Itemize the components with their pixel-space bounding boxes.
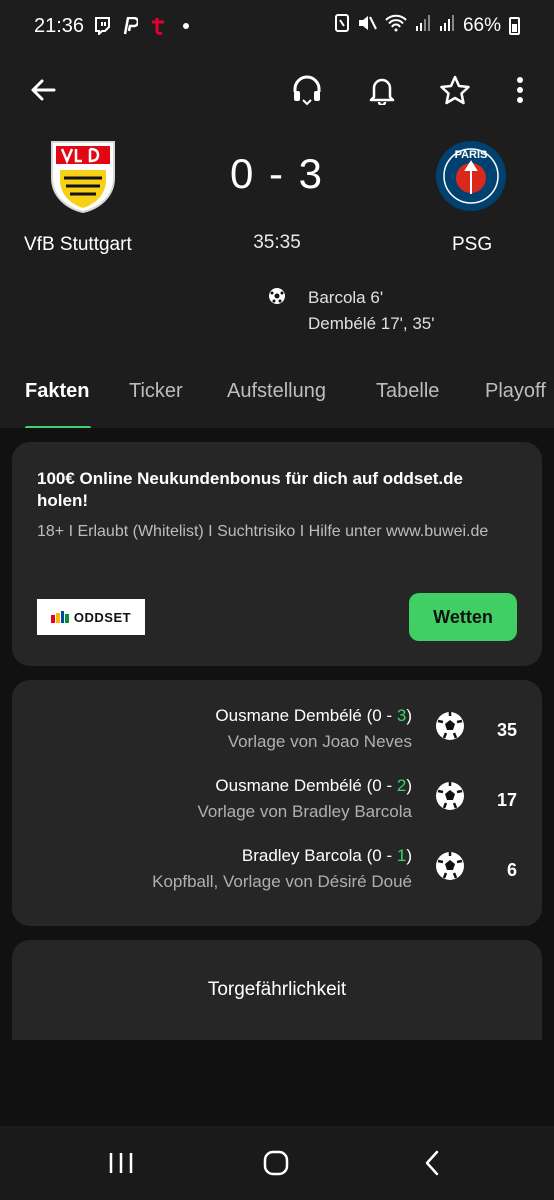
goal-detail: Vorlage von Bradley Barcola [197, 802, 412, 821]
facts-content: 100€ Online Neukundenbonus für dich auf … [0, 428, 554, 1040]
signal-icon [439, 14, 455, 38]
goal-detail: Kopfball, Vorlage von Désiré Doué [152, 872, 412, 891]
signal-icon [415, 14, 431, 38]
goal-player: Ousmane Dembélé [215, 706, 362, 725]
promo-card[interactable]: 100€ Online Neukundenbonus für dich auf … [12, 442, 542, 666]
threat-card[interactable]: Torgefährlichkeit [12, 940, 542, 1040]
oddset-logo-text: ODDSET [73, 609, 132, 625]
bottom-spacer [0, 1040, 554, 1126]
goal-player-line: Ousmane Dembélé (0 - 3) [215, 706, 412, 726]
tab-fakten[interactable]: Fakten [25, 380, 89, 403]
scorer-line: Dembélé 17', 35' [308, 314, 435, 333]
tab-aufstellung[interactable]: Aufstellung [227, 380, 326, 403]
recent-apps-icon[interactable] [103, 1145, 139, 1181]
goal-score-suffix: ) [406, 776, 412, 795]
goal-score-new: 2 [396, 776, 407, 795]
goal-player-line: Bradley Barcola (0 - 1) [242, 846, 412, 866]
threat-title: Torgefährlichkeit [207, 979, 347, 1000]
goal-minute: 17 [496, 790, 517, 810]
nfc-icon [334, 14, 349, 38]
dot-icon [176, 16, 196, 36]
goal-score-new: 1 [396, 846, 407, 865]
goal-detail: Vorlage von Joao Neves [227, 732, 412, 751]
scorer-line: Barcola 6' [308, 288, 384, 307]
goal-score-new: 3 [396, 706, 407, 725]
soccer-ball-icon [435, 711, 465, 746]
svg-text:PARIS: PARIS [455, 149, 488, 161]
battery-text: 66% [462, 15, 501, 36]
more-vert-icon[interactable] [498, 68, 542, 112]
status-time: 21:36 [34, 15, 85, 37]
wifi-icon [385, 14, 407, 38]
goals-card: Ousmane Dembélé (0 - 3) Vorlage von Joao… [12, 680, 542, 926]
promo-title: 100€ Online Neukundenbonus für dich auf … [37, 469, 463, 510]
goal-player: Ousmane Dembélé [215, 776, 362, 795]
goal-score-suffix: ) [406, 706, 412, 725]
goal-minute: 35 [496, 720, 517, 740]
goal-event[interactable]: Ousmane Dembélé (0 - 2) Vorlage von Brad… [12, 776, 542, 846]
bell-icon[interactable] [360, 68, 404, 112]
status-bar: 21:36 66% [0, 0, 554, 56]
goal-player: Bradley Barcola [241, 846, 362, 865]
goal-event[interactable]: Bradley Barcola (0 - 1) Kopfball, Vorlag… [12, 846, 542, 916]
oddset-mark-icon [50, 611, 69, 623]
mute-icon [357, 14, 377, 38]
goal-score-prefix: (0 - [366, 706, 397, 725]
goal-scorers: Barcola 6' Dembélé 17', 35' [308, 285, 435, 337]
goal-score-prefix: (0 - [366, 776, 397, 795]
paypal-icon [120, 16, 140, 36]
goal-score-suffix: ) [406, 846, 412, 865]
soccer-ball-icon [435, 781, 465, 816]
away-team-name[interactable]: PSG [452, 234, 492, 256]
battery-icon [509, 17, 520, 35]
system-nav-bar [0, 1126, 554, 1200]
star-icon[interactable] [433, 68, 477, 112]
away-team-logo[interactable]: PARIS [435, 140, 507, 217]
tab-tabelle[interactable]: Tabelle [376, 380, 439, 403]
bet-button[interactable]: Wetten [409, 593, 517, 641]
goal-minute: 6 [506, 860, 517, 880]
goal-score-prefix: (0 - [366, 846, 397, 865]
system-icons: 66% [334, 14, 520, 38]
goal-event[interactable]: Ousmane Dembélé (0 - 3) Vorlage von Joao… [12, 706, 542, 776]
tab-bar: Fakten Ticker Aufstellung Tabelle Playof… [0, 366, 554, 428]
goal-player-line: Ousmane Dembélé (0 - 2) [215, 776, 412, 796]
back-nav-icon[interactable] [414, 1145, 450, 1181]
match-toolbar [0, 60, 554, 120]
home-icon[interactable] [258, 1145, 294, 1181]
headset-icon[interactable] [285, 68, 329, 112]
soccer-ball-icon [435, 851, 465, 886]
t-online-icon [148, 16, 168, 36]
promo-disclaimer: 18+ I Erlaubt (Whitelist) I Suchtrisiko … [37, 523, 489, 540]
goal-ball-icon [268, 287, 286, 310]
notification-icons [92, 16, 196, 36]
tab-playoff[interactable]: Playoff [485, 380, 546, 403]
oddset-logo: ODDSET [37, 599, 145, 635]
back-arrow-icon[interactable] [21, 68, 65, 112]
tab-ticker[interactable]: Ticker [129, 380, 183, 403]
twitch-icon [92, 16, 112, 36]
